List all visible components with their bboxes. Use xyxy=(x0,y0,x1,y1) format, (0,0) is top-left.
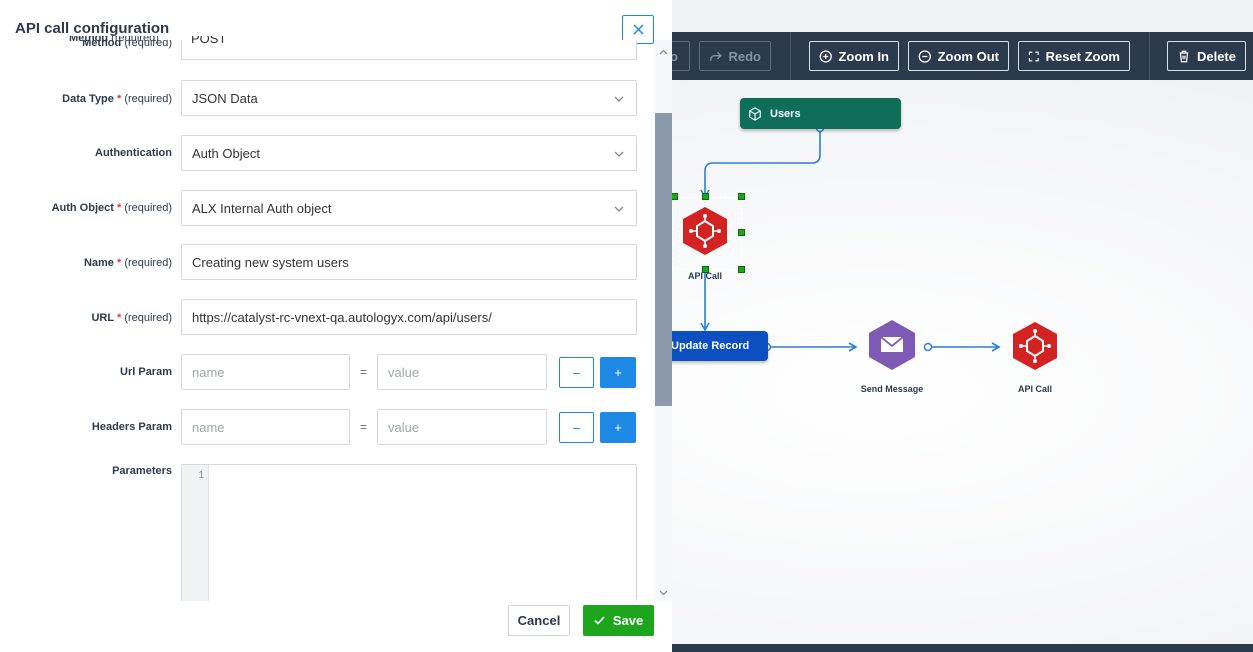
data-type-label: Data Type * (required) xyxy=(62,93,172,105)
cancel-button[interactable]: Cancel xyxy=(508,605,570,636)
method-label-peek: Method (required) xyxy=(69,36,159,44)
api-call-node[interactable] xyxy=(1010,320,1060,372)
connector-users-to-api xyxy=(704,129,821,195)
url-param-add-button[interactable]: + xyxy=(600,357,636,388)
api-call-node-label: API Call xyxy=(1017,384,1052,394)
url-param-label: Url Param xyxy=(120,366,172,378)
url-label: URL * (required) xyxy=(91,312,172,324)
connector-port[interactable] xyxy=(923,342,933,352)
users-node-label: Users xyxy=(770,107,801,120)
headers-param-add-button[interactable]: + xyxy=(600,412,636,443)
api-call-node-selected[interactable] xyxy=(680,205,730,257)
resize-handle[interactable] xyxy=(702,193,709,200)
headers-param-value-input[interactable] xyxy=(388,419,546,435)
minus-icon: − xyxy=(572,419,581,436)
headers-param-name-input[interactable] xyxy=(192,419,349,435)
method-select-peek xyxy=(181,40,637,60)
update-record-label: Update Record xyxy=(671,340,750,352)
headers-param-name-field[interactable] xyxy=(181,409,350,445)
equals-sign: = xyxy=(360,420,368,434)
update-record-node[interactable]: Update Record xyxy=(666,331,768,361)
api-call-config-panel: Method (required) POST Data Type * (requ… xyxy=(0,0,672,652)
name-input[interactable] xyxy=(192,254,636,270)
url-field[interactable] xyxy=(181,299,637,335)
resize-handle[interactable] xyxy=(671,193,678,200)
headers-param-value-field[interactable] xyxy=(377,409,547,445)
resize-handle[interactable] xyxy=(738,193,745,200)
url-param-value-input[interactable] xyxy=(388,364,546,380)
line-number-gutter: 1 xyxy=(182,465,209,601)
authentication-value: Auth Object xyxy=(192,145,260,161)
url-param-name-input[interactable] xyxy=(192,364,349,380)
form-scroll-area[interactable]: Method (required) POST Data Type * (requ… xyxy=(0,40,655,601)
data-type-value: JSON Data xyxy=(192,90,258,106)
scroll-up-icon[interactable] xyxy=(658,47,669,58)
checkmark-icon xyxy=(594,616,605,625)
panel-title: API call configuration xyxy=(15,20,170,37)
authentication-label: Authentication xyxy=(95,147,172,159)
chevron-down-icon xyxy=(614,206,624,212)
parameters-label: Parameters xyxy=(112,465,172,477)
url-param-value-field[interactable] xyxy=(377,354,547,390)
form-scrollbar-thumb[interactable] xyxy=(655,113,672,406)
send-message-label: Send Message xyxy=(860,384,924,394)
name-label: Name * (required) xyxy=(83,257,172,269)
plus-icon: + xyxy=(614,420,622,435)
plus-icon: + xyxy=(614,365,622,380)
send-message-node[interactable] xyxy=(866,318,918,372)
auth-object-label: Auth Object * (required) xyxy=(51,202,172,214)
chevron-down-icon xyxy=(614,151,624,157)
url-input[interactable] xyxy=(192,309,636,325)
save-button[interactable]: Save xyxy=(583,605,654,636)
cube-icon xyxy=(749,106,761,121)
close-icon xyxy=(632,24,644,35)
api-call-node-label: API Call xyxy=(687,271,722,281)
users-node[interactable]: Users xyxy=(740,98,901,129)
cancel-label: Cancel xyxy=(517,613,561,628)
equals-sign: = xyxy=(360,365,368,379)
panel-footer xyxy=(0,601,672,652)
auth-object-select[interactable]: ALX Internal Auth object xyxy=(181,190,637,226)
name-field[interactable] xyxy=(181,244,637,280)
url-param-name-field[interactable] xyxy=(181,354,350,390)
method-value-peek: POST xyxy=(191,36,227,46)
save-label: Save xyxy=(612,613,644,628)
resize-handle[interactable] xyxy=(738,229,745,236)
headers-param-remove-button[interactable]: − xyxy=(559,412,594,443)
minus-icon: − xyxy=(572,364,581,381)
parameters-code-editor[interactable]: 1 xyxy=(181,464,637,601)
scroll-down-icon[interactable] xyxy=(658,587,669,598)
data-type-select[interactable]: JSON Data xyxy=(181,80,637,116)
authentication-select[interactable]: Auth Object xyxy=(181,135,637,171)
chevron-down-icon xyxy=(614,96,624,102)
line-number: 1 xyxy=(198,470,204,481)
url-param-remove-button[interactable]: − xyxy=(559,357,594,388)
auth-object-value: ALX Internal Auth object xyxy=(192,200,332,216)
headers-param-label: Headers Param xyxy=(91,421,172,433)
